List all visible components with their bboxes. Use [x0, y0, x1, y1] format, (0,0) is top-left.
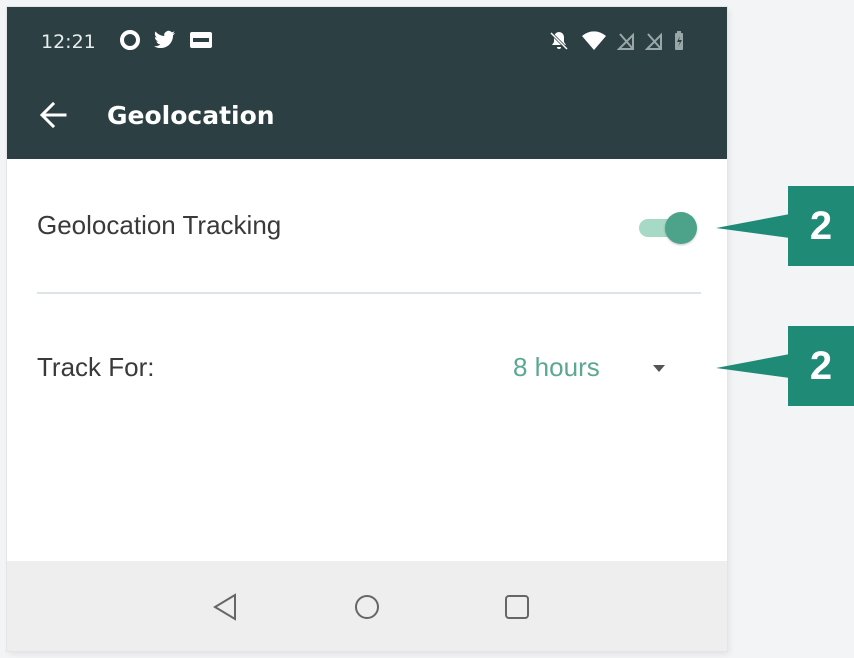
callout-pointer [716, 214, 790, 238]
geolocation-tracking-label: Geolocation Tracking [37, 210, 282, 240]
arrow-left-icon[interactable] [33, 93, 77, 137]
callout-dropdown: 2 [716, 326, 854, 406]
track-for-dropdown[interactable]: 8 hours [497, 347, 677, 391]
circle-notification-icon [120, 30, 140, 50]
status-bar: 12:21 [7, 7, 727, 71]
battery-charging-icon [675, 31, 683, 50]
callout-toggle: 2 [716, 186, 854, 266]
track-for-value: 8 hours [513, 352, 600, 382]
home-circle-icon[interactable] [347, 587, 387, 627]
page-title: Geolocation [107, 101, 275, 130]
track-for-label: Track For: [37, 352, 155, 382]
status-time: 12:21 [41, 31, 96, 53]
geolocation-tracking-toggle[interactable] [637, 209, 699, 245]
signal-off-icon [645, 32, 662, 50]
twitter-icon [154, 30, 175, 49]
status-notification-icons [119, 29, 213, 51]
imdb-icon [190, 32, 212, 48]
signal-off-icon [617, 32, 634, 50]
back-triangle-icon[interactable] [205, 587, 245, 627]
recents-square-icon[interactable] [497, 587, 537, 627]
chevron-down-icon [653, 365, 665, 372]
system-nav-bar [7, 561, 727, 651]
callout-badge: 2 [788, 326, 854, 406]
phone-screen: 12:21 Geolocation Geolocation Tracking T… [7, 7, 727, 651]
app-bar: Geolocation [7, 71, 727, 159]
toggle-thumb [665, 212, 697, 244]
callout-badge: 2 [788, 186, 854, 266]
callout-pointer [716, 354, 790, 378]
wifi-icon [582, 31, 606, 50]
status-system-icons [547, 29, 685, 53]
divider [37, 292, 701, 294]
bell-off-icon [549, 31, 569, 51]
